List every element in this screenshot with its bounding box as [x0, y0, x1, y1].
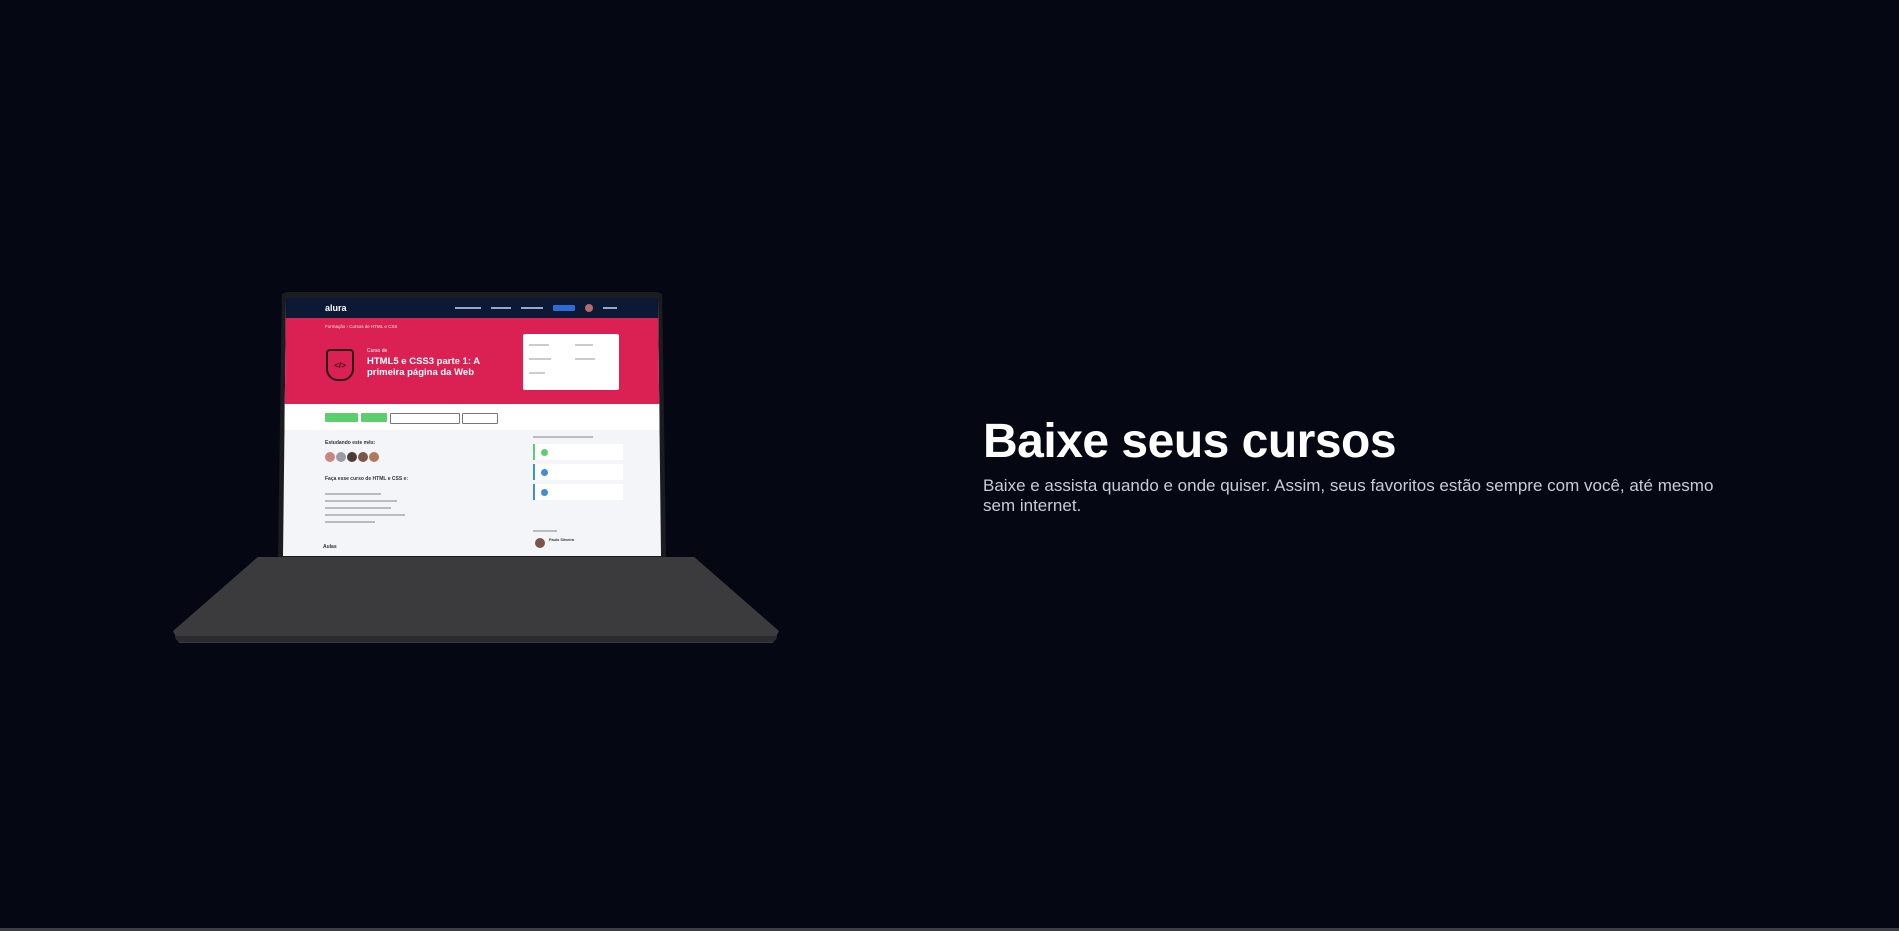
screen-course-title: HTML5 e CSS3 parte 1: A primeira página … — [367, 356, 480, 378]
screen-lessons-heading: Aulas — [323, 544, 337, 550]
section-description: Baixe e assista quando e onde quiser. As… — [983, 476, 1714, 515]
screen-about-heading: Faça esse curso de HTML e CSS e: — [325, 476, 408, 482]
screen-navbar: alura — [283, 298, 661, 318]
screen-course-hero: Formação › Cursos de HTML e CSS </> Curs… — [283, 318, 661, 404]
laptop-base — [173, 557, 779, 643]
code-badge-icon: </> — [326, 349, 354, 381]
screen-side-item — [533, 484, 623, 500]
screen-bullet-list — [325, 490, 405, 528]
screen-instructor-avatar — [535, 538, 545, 548]
screen-nav-items — [455, 304, 617, 312]
screen-studying-label: Estudando este mês: — [325, 440, 376, 446]
screen-side-item — [533, 464, 623, 480]
screen-side-item — [533, 444, 623, 460]
laptop-base-edge — [175, 636, 777, 642]
screen-instructor-name: Paulo Silveira — [549, 538, 574, 542]
screen-avatar — [585, 304, 593, 312]
screen-action-bar — [283, 404, 661, 430]
screen-logo: alura — [325, 303, 347, 313]
screen-breadcrumb: Formação › Cursos de HTML e CSS — [325, 324, 398, 329]
screen-course-kicker: Curso de — [367, 348, 388, 354]
screen-nav-button — [553, 305, 575, 311]
laptop-illustration: alura Formação › Cursos de HTML e CSS </… — [0, 0, 800, 931]
laptop-screen: alura Formação › Cursos de HTML e CSS </… — [283, 298, 661, 556]
screen-course-body: Estudando este mês: Faça esse curso de H… — [283, 430, 661, 556]
screen-student-avatars — [325, 452, 379, 462]
screen-course-info-card — [523, 334, 619, 390]
section-title: Baixe seus cursos — [983, 415, 1397, 468]
